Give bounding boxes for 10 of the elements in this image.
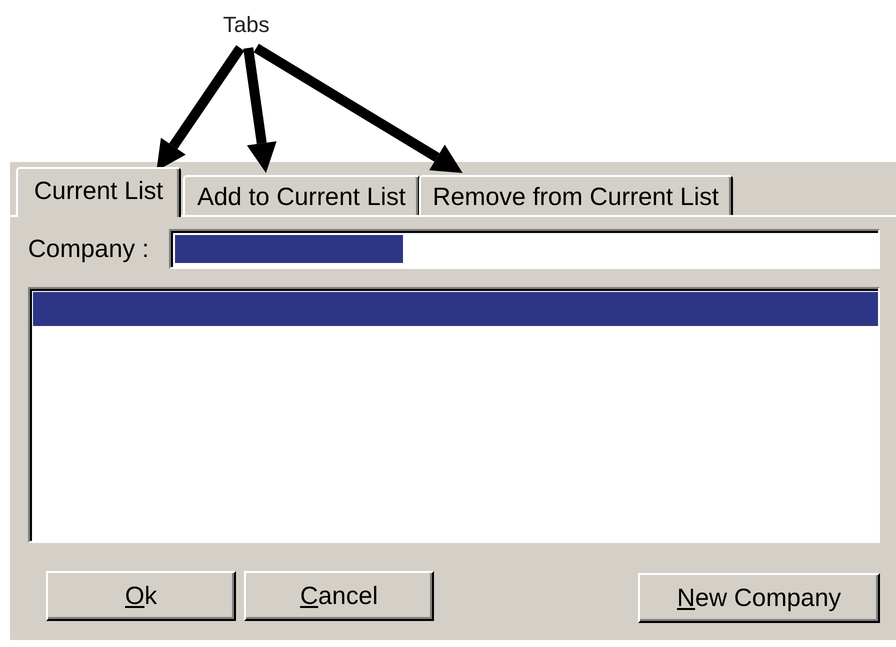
- tab[interactable]: Current List: [16, 167, 182, 217]
- company-field[interactable]: [168, 229, 880, 269]
- annotation-label: Tabs: [223, 12, 270, 38]
- tab[interactable]: Remove from Current List: [418, 175, 733, 217]
- dialog-button[interactable]: New Company: [638, 573, 880, 623]
- tab[interactable]: Add to Current List: [183, 175, 420, 217]
- company-list[interactable]: [28, 287, 880, 543]
- field-label: Company :: [28, 234, 149, 264]
- dialog-button[interactable]: Ok: [46, 571, 236, 621]
- dialog-button[interactable]: Cancel: [244, 571, 434, 621]
